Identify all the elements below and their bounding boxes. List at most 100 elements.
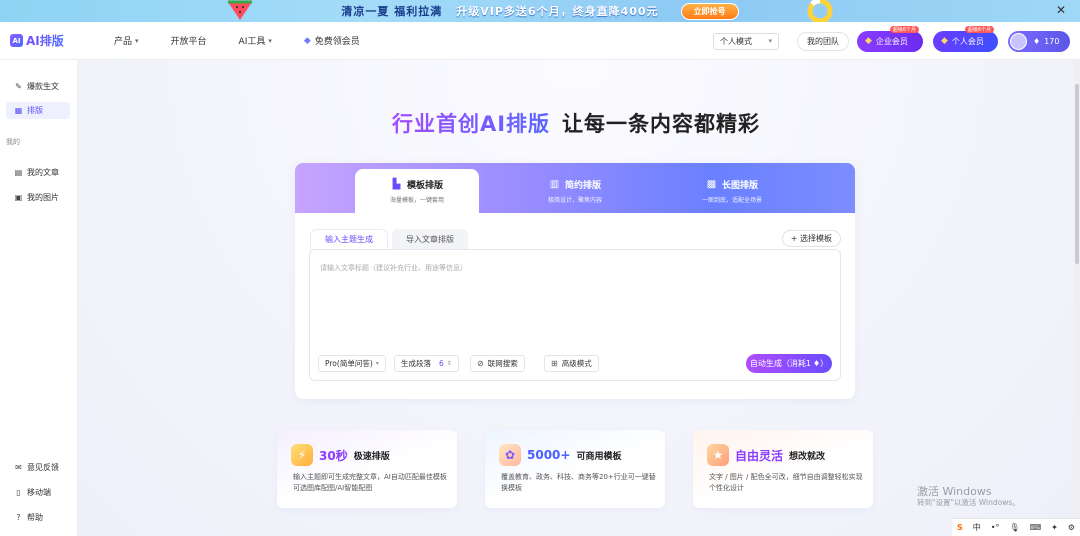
paragraphs-value: 6	[439, 359, 444, 368]
sidebar-item-my-images[interactable]: ▣ 我的图片	[6, 189, 70, 206]
nav-open-platform-label: 开放平台	[170, 37, 207, 47]
nav-product[interactable]: 产品 ▾	[114, 34, 139, 48]
avatar[interactable]	[1010, 32, 1027, 50]
web-search-label: 联网搜索	[487, 359, 518, 368]
swim-ring-icon	[807, 0, 833, 22]
select-template-label: 选择模板	[800, 234, 832, 243]
coin-icon: ♦	[1033, 36, 1041, 46]
sidebar-item-label: 排版	[27, 106, 43, 115]
long-image-icon: ▩	[706, 179, 717, 190]
enterprise-member-button[interactable]: ◆ 企业会员 超级6个月	[857, 25, 923, 52]
mode-select-value: 个人模式	[720, 36, 752, 46]
diamond-icon: ◆	[303, 35, 311, 46]
chevron-down-icon: ▾	[135, 36, 139, 45]
tab-simple-layout[interactable]: ▥ 简约排版 极简设计，聚焦内容	[513, 169, 637, 213]
ime-toolbar: S 中 •° 🎙 ⌨ ✦ ⚙	[952, 518, 1080, 536]
personal-member-button[interactable]: ◆ 个人会员 超级6个月	[933, 25, 998, 52]
nav-free-member-label: 免费领会员	[314, 37, 360, 47]
topic-input[interactable]: 请输入文章标题（建议补充行业、用途等信息） Pro(简单问答) ▾ 生成段落 6 ⇕…	[309, 249, 841, 381]
stepper-icon: ⇕	[446, 360, 452, 367]
user-account-pill[interactable]: ♦ 170	[1008, 30, 1070, 52]
tab-subtitle: 极简设计，聚焦内容	[547, 197, 602, 204]
windows-activation-hint: 转到"设置"以激活 Windows。	[917, 498, 1020, 507]
layout-icon: ▦	[14, 106, 23, 115]
web-search-toggle[interactable]: ⊘ 联网搜索	[470, 355, 525, 372]
nav-free-member[interactable]: ◆ 免费领会员	[303, 34, 360, 48]
mode-dropdown[interactable]: Pro(简单问答) ▾	[318, 355, 386, 372]
tools-icon[interactable]: ⚙	[1068, 523, 1075, 532]
feature-small: 想改就改	[789, 451, 826, 462]
sidebar-item-layout[interactable]: ▦ 排版	[6, 102, 70, 119]
paragraphs-stepper[interactable]: 生成段落 6 ⇕	[394, 355, 459, 372]
nav-ai-tools[interactable]: AI工具 ▾	[239, 34, 272, 48]
chevron-down-icon: ▾	[268, 36, 272, 45]
microphone-icon[interactable]: 🎙	[1009, 523, 1019, 532]
keyboard-icon[interactable]: ⌨	[1030, 523, 1042, 532]
enterprise-member-label: 企业会员	[875, 36, 908, 46]
mode-dropdown-value: Pro(简单问答)	[325, 359, 373, 368]
page-scrollbar[interactable]	[1074, 60, 1080, 536]
coin-icon: ♦）	[812, 359, 829, 368]
sidebar: ✎ 爆款生文 ▦ 排版 我的 ▤ 我的文章 ▣ 我的图片 ✉ 意见反馈 ▯ 移动…	[0, 60, 78, 536]
image-icon: ▣	[14, 193, 23, 202]
mode-select[interactable]: 个人模式 ▾	[713, 32, 779, 50]
banner-cta-button[interactable]: 立即抢号	[680, 2, 739, 20]
tab-template-layout[interactable]: ▙ 模板排版 海量模板，一键套用	[355, 169, 479, 213]
columns-icon: ▥	[549, 179, 560, 190]
sidebar-item-mobile[interactable]: ▯ 移动端	[6, 484, 70, 501]
layout-card: ▙ 模板排版 海量模板，一键套用 ▥ 简约排版 极简设计，聚焦内容 ▩ 长图排版 一图…	[295, 163, 855, 399]
gem-icon: ◆	[941, 36, 948, 46]
chevron-down-icon: ▾	[375, 360, 379, 367]
sub-tabs: 输入主题生成 导入文章排版	[310, 229, 468, 249]
ime-punctuation-icon[interactable]: •°	[991, 523, 1000, 532]
sogou-icon[interactable]: S	[957, 523, 963, 532]
tab-label: 长图排版	[721, 181, 758, 191]
hero-rest: 让每一条内容都精彩	[562, 112, 761, 136]
tab-long-image-layout[interactable]: ▩ 长图排版 一图到底，适配全场景	[670, 169, 794, 213]
subtab-topic-generate[interactable]: 输入主题生成	[310, 229, 388, 249]
feature-big: 自由灵活	[735, 448, 784, 463]
sidebar-item-my-articles[interactable]: ▤ 我的文章	[6, 164, 70, 181]
feature-small: 可商用模板	[576, 451, 622, 462]
grid-icon: ⊞	[551, 359, 558, 368]
feature-small: 极速排版	[353, 451, 390, 462]
hero-highlight: 行业首创AI排版	[391, 112, 551, 136]
top-nav: 产品 ▾ 开放平台 AI工具 ▾ ◆ 免费领会员	[114, 34, 392, 48]
select-template-button[interactable]: + 选择模板	[781, 230, 841, 247]
auto-generate-button[interactable]: 自动生成（消耗1 ♦）	[746, 354, 832, 373]
nav-product-label: 产品	[114, 37, 133, 47]
promo-banner[interactable]: 清凉一夏 福利拉满 升级VIP多送6个月，终身直降400元 立即抢号 ✕	[0, 0, 1080, 22]
lightning-icon: ⚡	[291, 444, 313, 466]
feature-card-flexible: ★ 自由灵活 想改就改 文字 / 图片 / 配色全可改，细节自由调整轻松实现个性…	[693, 430, 873, 508]
mobile-icon: ▯	[16, 488, 21, 497]
skin-icon[interactable]: ✦	[1051, 523, 1058, 532]
feedback-icon: ✉	[15, 463, 22, 472]
advanced-mode-label: 高级模式	[561, 359, 592, 368]
nav-open-platform[interactable]: 开放平台	[171, 34, 207, 47]
sidebar-item-label: 我的图片	[27, 193, 59, 202]
sidebar-item-feedback[interactable]: ✉ 意见反馈	[6, 459, 70, 476]
subtab-import-article[interactable]: 导入文章排版	[392, 229, 468, 249]
logo-mark: AI	[10, 34, 23, 47]
feature-big: 30秒	[319, 448, 348, 463]
star-icon: ★	[707, 444, 729, 466]
banner-text-2: 升级VIP多送6个月，终身直降400元	[456, 5, 659, 18]
tab-bar: ▙ 模板排版 海量模板，一键套用 ▥ 简约排版 极简设计，聚焦内容 ▩ 长图排版 一图…	[295, 163, 855, 213]
feature-desc: 覆盖教育、政务、科技、商务等20+行业可一键替换模板	[501, 473, 656, 492]
scrollbar-thumb[interactable]	[1075, 84, 1079, 264]
sidebar-item-viral-writing[interactable]: ✎ 爆款生文	[6, 78, 70, 95]
ime-language[interactable]: 中	[973, 522, 981, 533]
logo[interactable]: AI AI排版	[10, 32, 90, 49]
sidebar-item-label: 移动端	[27, 488, 51, 497]
sidebar-item-label: 意见反馈	[27, 463, 59, 472]
sidebar-section-mine: 我的	[6, 138, 20, 146]
magic-wand-icon: ✎	[15, 82, 22, 91]
banner-text-1: 清凉一夏 福利拉满	[341, 5, 443, 18]
close-icon[interactable]: ✕	[1056, 3, 1066, 17]
plus-icon: +	[790, 234, 800, 243]
sidebar-item-help[interactable]: ? 帮助	[6, 509, 70, 526]
advanced-mode-toggle[interactable]: ⊞ 高级模式	[544, 355, 599, 372]
web-off-icon: ⊘	[477, 359, 484, 368]
my-team-button[interactable]: 我的团队	[797, 31, 849, 51]
sidebar-item-label: 我的文章	[27, 168, 59, 177]
